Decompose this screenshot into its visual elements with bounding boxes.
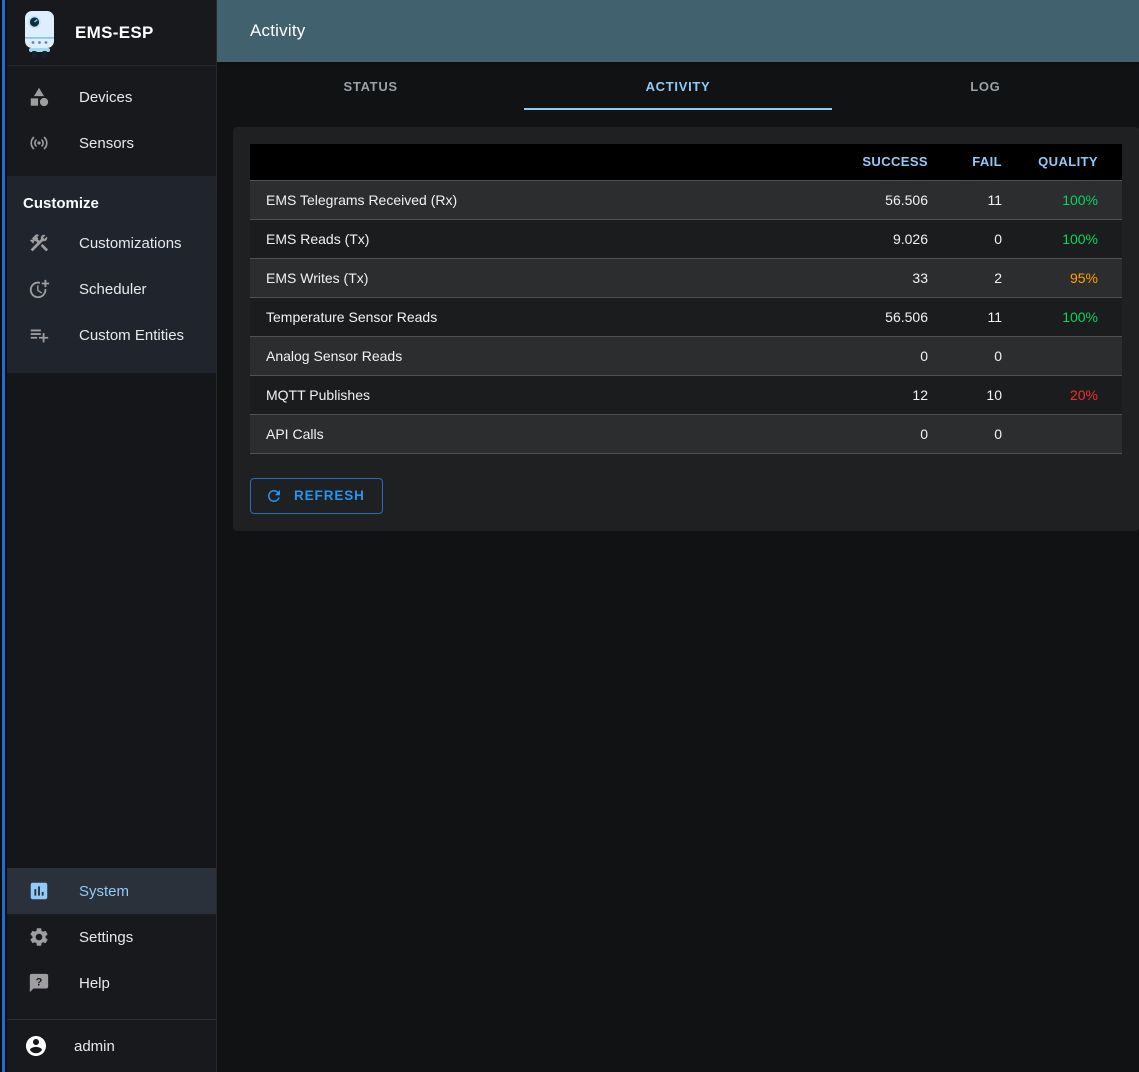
header-name [250, 144, 832, 180]
active-tab-indicator [524, 108, 831, 110]
quality-value [1026, 336, 1122, 375]
quality-value: 20% [1026, 375, 1122, 414]
clock-plus-icon [27, 277, 51, 301]
table-row: API Calls 0 0 [250, 414, 1122, 453]
sidebar-item-custom-entities[interactable]: Custom Entities [0, 312, 216, 358]
header-success: SUCCESS [832, 144, 952, 180]
sidebar-item-label: Settings [79, 929, 133, 946]
app-window: EMS-ESP Devices Se [0, 0, 1139, 1072]
metric-label: MQTT Publishes [250, 375, 832, 414]
sidebar-item-system[interactable]: System [0, 868, 216, 914]
help-bubble-icon: ? [27, 971, 51, 995]
fail-value: 11 [952, 180, 1026, 219]
sidebar: EMS-ESP Devices Se [0, 0, 217, 1072]
fail-value: 0 [952, 219, 1026, 258]
sidebar-header: EMS-ESP [0, 0, 216, 66]
tab-log[interactable]: LOG [832, 62, 1139, 110]
refresh-icon [265, 487, 283, 505]
category-icon [27, 85, 51, 109]
metric-label: Temperature Sensor Reads [250, 297, 832, 336]
sidebar-item-label: Devices [79, 89, 132, 106]
table-row: MQTT Publishes 12 10 20% [250, 375, 1122, 414]
sidebar-item-customizations[interactable]: Customizations [0, 220, 216, 266]
success-value: 12 [832, 375, 952, 414]
quality-value: 100% [1026, 219, 1122, 258]
sidebar-item-scheduler[interactable]: Scheduler [0, 266, 216, 312]
refresh-button[interactable]: REFRESH [250, 478, 383, 514]
table-row: EMS Writes (Tx) 33 2 95% [250, 258, 1122, 297]
main-content: Activity STATUS ACTIVITY LOG SUCCESS FAI… [217, 0, 1139, 1072]
success-value: 56.506 [832, 297, 952, 336]
playlist-add-icon [27, 323, 51, 347]
success-value: 56.506 [832, 180, 952, 219]
metric-label: EMS Telegrams Received (Rx) [250, 180, 832, 219]
metric-label: EMS Writes (Tx) [250, 258, 832, 297]
fail-value: 2 [952, 258, 1026, 297]
success-value: 0 [832, 414, 952, 453]
boiler-icon [21, 9, 58, 59]
table-row: EMS Telegrams Received (Rx) 56.506 11 10… [250, 180, 1122, 219]
activity-card: SUCCESS FAIL QUALITY EMS Telegrams Recei… [233, 127, 1139, 531]
sidebar-user[interactable]: admin [0, 1020, 216, 1072]
sidebar-item-sensors[interactable]: Sensors [0, 120, 216, 166]
sidebar-item-label: Custom Entities [79, 327, 184, 344]
app-bar: Activity [217, 0, 1139, 62]
customize-section-header: Customize [0, 188, 216, 220]
refresh-button-label: REFRESH [294, 488, 365, 503]
page-title: Activity [250, 21, 305, 41]
sidebar-spacer [0, 373, 216, 868]
svg-text:?: ? [36, 976, 43, 988]
table-row: Analog Sensor Reads 0 0 [250, 336, 1122, 375]
success-value: 33 [832, 258, 952, 297]
fail-value: 11 [952, 297, 1026, 336]
sidebar-main-menu: Devices Sensors [0, 66, 216, 176]
quality-value: 100% [1026, 297, 1122, 336]
table-header-row: SUCCESS FAIL QUALITY [250, 144, 1122, 180]
sidebar-customize-section: Customize Customizations Scheduler Custo… [0, 176, 216, 373]
metric-label: API Calls [250, 414, 832, 453]
metric-label: Analog Sensor Reads [250, 336, 832, 375]
window-left-edge [0, 0, 7, 1072]
sidebar-item-help[interactable]: ? Help [0, 960, 216, 1006]
account-circle-icon [24, 1034, 48, 1058]
activity-table: SUCCESS FAIL QUALITY EMS Telegrams Recei… [250, 144, 1122, 454]
table-row: Temperature Sensor Reads 56.506 11 100% [250, 297, 1122, 336]
sidebar-item-label: Sensors [79, 135, 134, 152]
sidebar-bottom-menu: System Settings ? Help [0, 868, 216, 1019]
gear-icon [27, 925, 51, 949]
sidebar-item-label: Customizations [79, 235, 182, 252]
brand-title: EMS-ESP [75, 23, 154, 43]
quality-value: 95% [1026, 258, 1122, 297]
success-value: 9.026 [832, 219, 952, 258]
sidebar-item-label: System [79, 883, 129, 900]
scrollbar[interactable] [2, 0, 5, 1072]
username-label: admin [74, 1038, 115, 1055]
header-fail: FAIL [952, 144, 1026, 180]
table-row: EMS Reads (Tx) 9.026 0 100% [250, 219, 1122, 258]
tab-activity[interactable]: ACTIVITY [524, 62, 831, 110]
sensors-icon [27, 131, 51, 155]
sidebar-item-label: Scheduler [79, 281, 147, 298]
success-value: 0 [832, 336, 952, 375]
construction-icon [27, 231, 51, 255]
fail-value: 0 [952, 414, 1026, 453]
quality-value: 100% [1026, 180, 1122, 219]
sidebar-item-settings[interactable]: Settings [0, 914, 216, 960]
fail-value: 0 [952, 336, 1026, 375]
fail-value: 10 [952, 375, 1026, 414]
analytics-icon [27, 879, 51, 903]
tab-bar: STATUS ACTIVITY LOG [217, 62, 1139, 110]
sidebar-item-label: Help [79, 975, 110, 992]
sidebar-item-devices[interactable]: Devices [0, 74, 216, 120]
quality-value [1026, 414, 1122, 453]
header-quality: QUALITY [1026, 144, 1122, 180]
tab-status[interactable]: STATUS [217, 62, 524, 110]
metric-label: EMS Reads (Tx) [250, 219, 832, 258]
